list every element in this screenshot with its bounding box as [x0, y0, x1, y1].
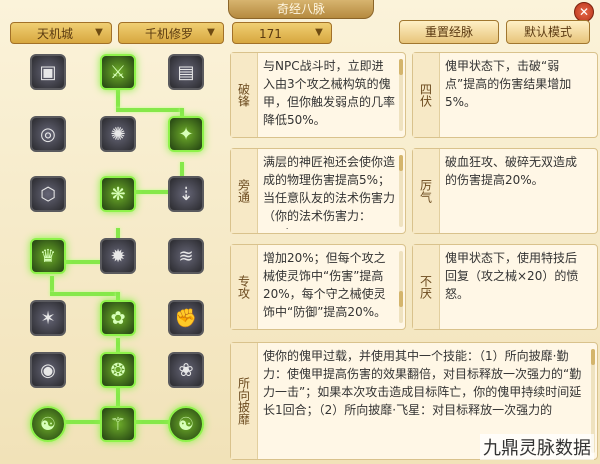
scrollbar[interactable]	[399, 59, 403, 131]
scrollbar[interactable]	[399, 251, 403, 323]
chevron-down-icon: ▼	[207, 27, 215, 38]
skill-card[interactable]: 四伏 傀甲状态下，击破“弱点”提高的伤害结果增加5%。	[412, 52, 598, 138]
school-select[interactable]: 天机城 ▼	[10, 22, 112, 44]
skill-name: 所向披靡	[231, 343, 258, 459]
skill-desc: 傀甲状态下，使用特技后回复（攻之械×20）的愤怒。	[445, 251, 579, 301]
scroll-thumb[interactable]	[399, 59, 403, 75]
meridian-grid: ▣ ⚔ ▤ ◎ ✺ ✦ ⬡ ❋ ⇣ ♛ ✹ ≋ ✶ ✿ ✊ ◉ ❂ ❀ ☯ ⚚ …	[16, 50, 216, 450]
meridian-node-orb-icon[interactable]: ☯	[30, 406, 66, 442]
meridian-node-armor-icon[interactable]: ▣	[30, 54, 66, 90]
window-title: 奇经八脉	[228, 0, 374, 19]
meridian-node-fist-icon[interactable]: ✊	[168, 300, 204, 336]
watermark: 九鼎灵脉数据	[480, 434, 594, 460]
skill-name: 破锋	[231, 53, 258, 137]
meridian-node-blade-icon[interactable]: ⚔	[100, 54, 136, 90]
school-select-value: 天机城	[37, 27, 74, 41]
skill-desc: 与NPC战斗时，立即进入由3个攻之械构筑的傀甲，但你触发弱点的几率降低50%。	[263, 59, 395, 127]
reset-meridian-button[interactable]: 重置经脉	[399, 20, 499, 44]
skill-name: 厉气	[413, 149, 440, 233]
meridian-link	[116, 108, 182, 112]
skill-desc: 满层的神匠袍还会使你造成的物理伤害提高5%；当任意队友的法术伤害力（你的法术伤害…	[263, 155, 395, 229]
meridian-link	[116, 386, 120, 406]
meridian-link	[116, 338, 120, 352]
meridian-node-fan-icon[interactable]: ❋	[100, 176, 136, 212]
meridian-link	[50, 292, 120, 296]
meridian-node-trident-icon[interactable]: ⚚	[100, 406, 136, 442]
meridian-node-chart-icon[interactable]: ▤	[168, 54, 204, 90]
meridian-node-wind-icon[interactable]: ≋	[168, 238, 204, 274]
default-mode-button[interactable]: 默认模式	[506, 20, 590, 44]
meridian-node-vortex-icon[interactable]: ◉	[30, 352, 66, 388]
meridian-node-demon-icon[interactable]: ✶	[30, 300, 66, 336]
meridian-node-swirl-icon[interactable]: ✿	[100, 300, 136, 336]
skill-card[interactable]: 不厌 傀甲状态下，使用特技后回复（攻之械×20）的愤怒。	[412, 244, 598, 330]
meridian-node-lotus-icon[interactable]: ❀	[168, 352, 204, 388]
chevron-down-icon: ▼	[95, 27, 103, 38]
skill-card[interactable]: 旁通 满层的神匠袍还会使你造成的物理伤害提高5%；当任意队友的法术伤害力（你的法…	[230, 148, 406, 234]
meridian-node-hexagon-icon[interactable]: ⬡	[30, 176, 66, 212]
meridian-node-spiral-icon[interactable]: ☯	[168, 406, 204, 442]
meridian-node-ring-icon[interactable]: ◎	[30, 116, 66, 152]
skill-card[interactable]: 专攻 增加20%；但每个攻之械使灵饰中“伤害”提高20%，每个守之械使灵饰中“防…	[230, 244, 406, 330]
meridian-node-crown-icon[interactable]: ♛	[30, 238, 66, 274]
skill-name: 不厌	[413, 245, 440, 329]
meridian-node-wave-icon[interactable]: ❂	[100, 352, 136, 388]
meridian-window: 奇经八脉 ✕ 天机城 ▼ 千机修罗 ▼ 171 ▼ 重置经脉 默认模式 ▣ ⚔ …	[0, 0, 600, 464]
chevron-down-icon: ▼	[315, 27, 323, 38]
skill-desc: 破血狂攻、破碎无双造成的伤害提高20%。	[445, 155, 578, 187]
meridian-node-gear-icon[interactable]: ✹	[100, 238, 136, 274]
skill-name: 四伏	[413, 53, 440, 137]
scroll-thumb[interactable]	[591, 349, 595, 365]
close-button[interactable]: ✕	[574, 2, 594, 22]
meridian-node-flame-icon[interactable]: ✺	[100, 116, 136, 152]
skill-desc: 傀甲状态下，击破“弱点”提高的伤害结果增加5%。	[445, 59, 572, 109]
class-select-value: 千机修罗	[145, 27, 194, 41]
scroll-thumb[interactable]	[399, 155, 403, 171]
meridian-node-sword-icon[interactable]: ⇣	[168, 176, 204, 212]
level-select-value: 171	[259, 27, 282, 41]
skill-card[interactable]: 厉气 破血狂攻、破碎无双造成的伤害提高20%。	[412, 148, 598, 234]
level-select[interactable]: 171 ▼	[232, 22, 332, 44]
meridian-link	[116, 88, 120, 108]
skill-card[interactable]: 破锋 与NPC战斗时，立即进入由3个攻之械构筑的傀甲，但你触发弱点的几率降低50…	[230, 52, 406, 138]
scroll-thumb[interactable]	[399, 291, 403, 307]
scrollbar[interactable]	[399, 155, 403, 227]
class-select[interactable]: 千机修罗 ▼	[118, 22, 224, 44]
skill-desc: 增加20%；但每个攻之械使灵饰中“伤害”提高20%，每个守之械使灵饰中“防御”提…	[263, 251, 387, 319]
skill-name: 旁通	[231, 149, 258, 233]
skill-name: 专攻	[231, 245, 258, 329]
meridian-node-claw-icon[interactable]: ✦	[168, 116, 204, 152]
